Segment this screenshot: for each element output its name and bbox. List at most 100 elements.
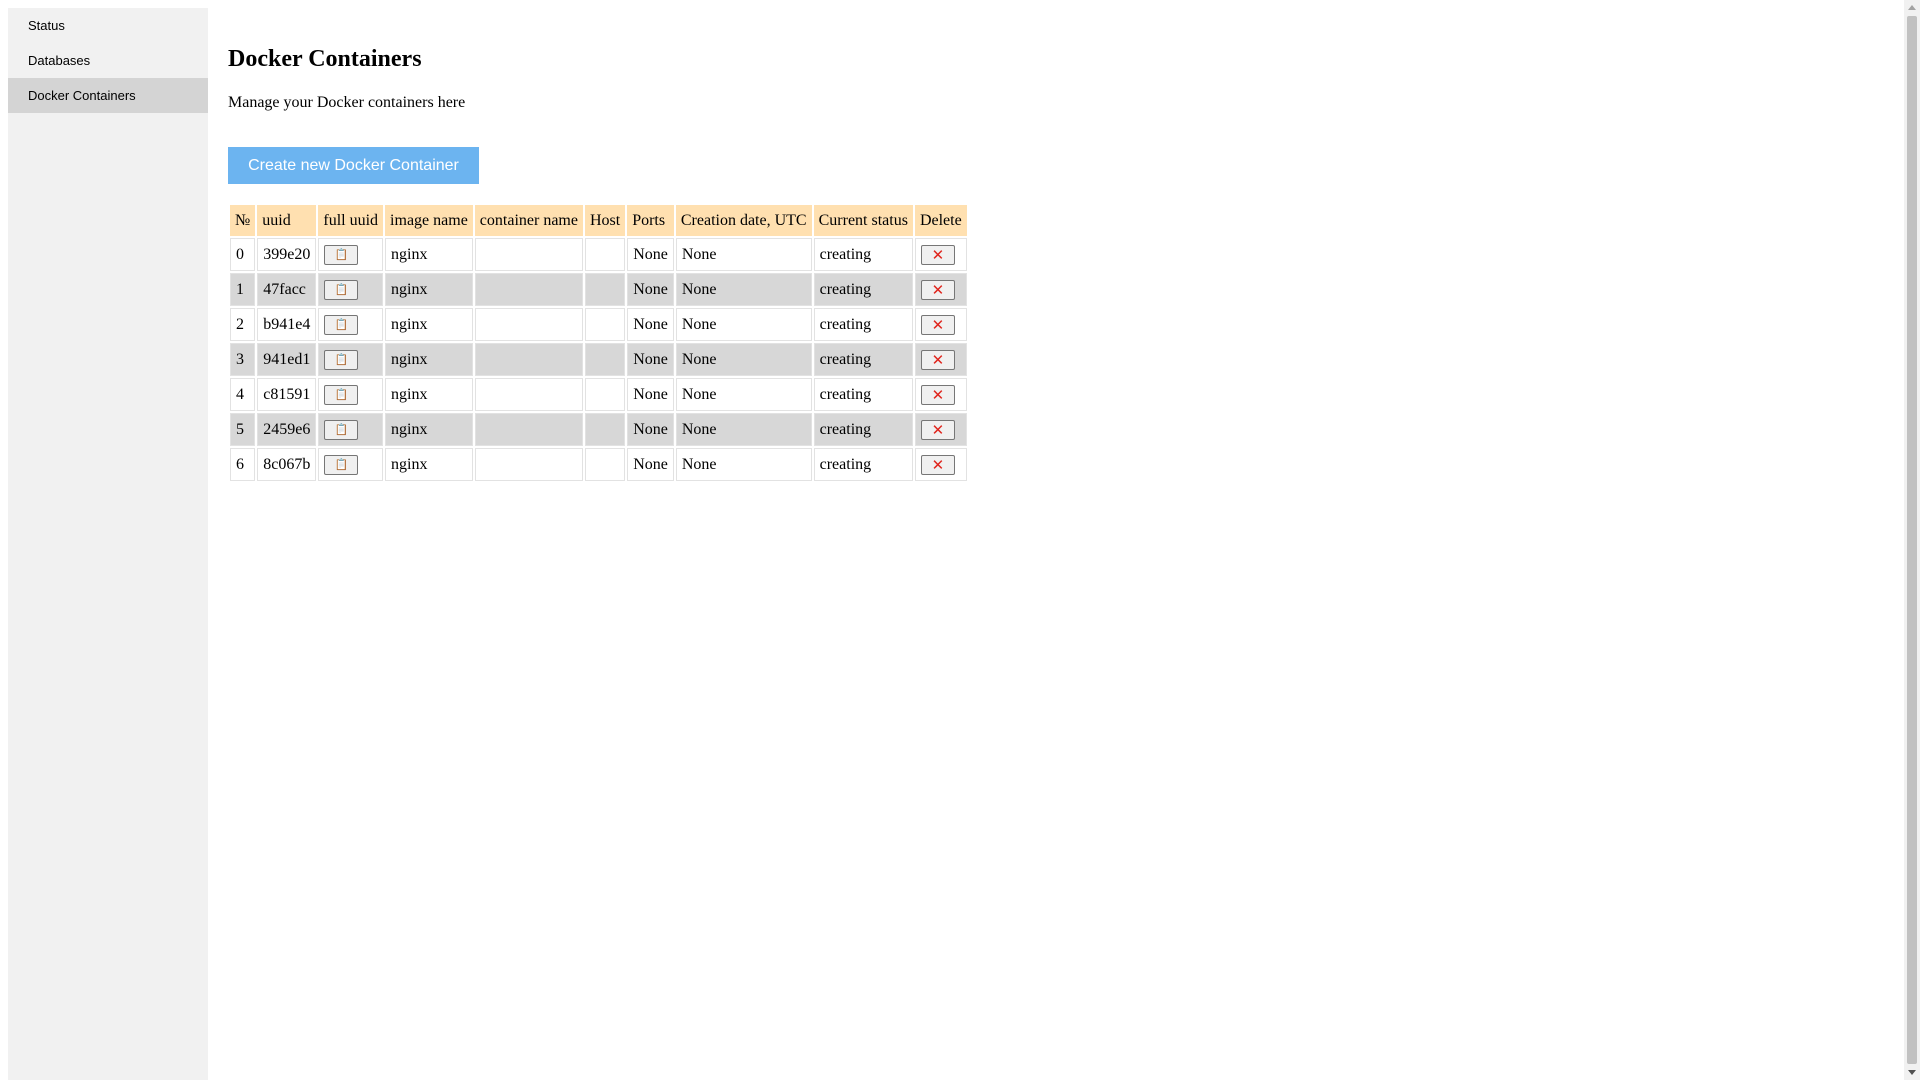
cell-uuid: 47facc — [257, 273, 317, 306]
cross-icon: ✕ — [931, 280, 945, 299]
cell-creation-date: None — [675, 238, 812, 271]
cell-image-name: nginx — [385, 343, 473, 376]
delete-container-button[interactable]: ✕ — [920, 279, 955, 300]
table-row: 3 941ed1 📋 nginx None None creating ✕ — [230, 343, 967, 376]
cell-ports: None — [627, 238, 674, 271]
table-row: 2 b941e4 📋 nginx None None creating ✕ — [230, 308, 967, 341]
vertical-scrollbar[interactable] — [1904, 0, 1920, 1080]
clipboard-icon: 📋 — [334, 318, 349, 331]
cell-host — [584, 343, 626, 376]
cell-full-uuid: 📋 — [318, 273, 384, 306]
delete-container-button[interactable]: ✕ — [920, 419, 955, 440]
clipboard-icon: 📋 — [334, 248, 349, 261]
cell-delete: ✕ — [914, 378, 967, 411]
table-row: 4 c81591 📋 nginx None None creating ✕ — [230, 378, 967, 411]
cell-ports: None — [627, 448, 674, 481]
cell-image-name: nginx — [385, 378, 473, 411]
delete-container-button[interactable]: ✕ — [920, 384, 955, 405]
cell-host — [584, 238, 626, 271]
clipboard-icon: 📋 — [334, 388, 349, 401]
cell-number: 0 — [230, 238, 256, 271]
cell-full-uuid: 📋 — [318, 343, 384, 376]
clipboard-icon: 📋 — [334, 423, 349, 436]
create-container-button[interactable]: Create new Docker Container — [228, 147, 479, 184]
cell-current-status: creating — [813, 308, 913, 341]
cell-container-name — [474, 273, 583, 306]
cell-uuid: 2459e6 — [257, 413, 317, 446]
clipboard-icon: 📋 — [334, 353, 349, 366]
page-title: Docker Containers — [228, 46, 422, 72]
cell-full-uuid: 📋 — [318, 238, 384, 271]
sidebar-item-docker-containers[interactable]: Docker Containers — [8, 78, 208, 113]
clipboard-icon: 📋 — [334, 283, 349, 296]
cell-current-status: creating — [813, 448, 913, 481]
cell-current-status: creating — [813, 273, 913, 306]
scroll-down-icon[interactable] — [1908, 1070, 1916, 1075]
cell-creation-date: None — [675, 343, 812, 376]
cell-delete: ✕ — [914, 308, 967, 341]
sidebar: Status Databases Docker Containers — [8, 8, 208, 1080]
delete-container-button[interactable]: ✕ — [920, 454, 955, 475]
header-uuid: uuid — [257, 205, 317, 236]
copy-uuid-button[interactable]: 📋 — [324, 244, 359, 265]
sidebar-item-databases[interactable]: Databases — [8, 43, 208, 78]
table-row: 0 399e20 📋 nginx None None creating ✕ — [230, 238, 967, 271]
cross-icon: ✕ — [931, 315, 945, 334]
cross-icon: ✕ — [931, 385, 945, 404]
copy-uuid-button[interactable]: 📋 — [324, 349, 359, 370]
cell-image-name: nginx — [385, 273, 473, 306]
cell-ports: None — [627, 413, 674, 446]
copy-uuid-button[interactable]: 📋 — [324, 419, 359, 440]
page-subtitle: Manage your Docker containers here — [228, 94, 466, 111]
cell-container-name — [474, 413, 583, 446]
cell-ports: None — [627, 378, 674, 411]
copy-uuid-button[interactable]: 📋 — [324, 384, 359, 405]
cell-delete: ✕ — [914, 448, 967, 481]
delete-container-button[interactable]: ✕ — [920, 314, 955, 335]
delete-container-button[interactable]: ✕ — [920, 244, 955, 265]
cell-image-name: nginx — [385, 413, 473, 446]
cell-uuid: 399e20 — [257, 238, 317, 271]
header-full-uuid: full uuid — [318, 205, 384, 236]
cell-number: 2 — [230, 308, 256, 341]
cross-icon: ✕ — [931, 245, 945, 264]
cell-container-name — [474, 448, 583, 481]
cell-number: 3 — [230, 343, 256, 376]
cell-creation-date: None — [675, 413, 812, 446]
delete-container-button[interactable]: ✕ — [920, 349, 955, 370]
copy-uuid-button[interactable]: 📋 — [324, 314, 359, 335]
header-container-name: container name — [474, 205, 583, 236]
cell-ports: None — [627, 343, 674, 376]
cell-number: 1 — [230, 273, 256, 306]
cell-container-name — [474, 308, 583, 341]
header-host: Host — [584, 205, 626, 236]
cell-image-name: nginx — [385, 448, 473, 481]
cell-delete: ✕ — [914, 273, 967, 306]
table-header-row: № uuid full uuid image name container na… — [230, 205, 967, 236]
table-row: 6 8c067b 📋 nginx None None creating ✕ — [230, 448, 967, 481]
cell-image-name: nginx — [385, 308, 473, 341]
header-current-status: Current status — [813, 205, 913, 236]
cell-container-name — [474, 343, 583, 376]
cell-number: 4 — [230, 378, 256, 411]
cell-container-name — [474, 238, 583, 271]
cell-current-status: creating — [813, 413, 913, 446]
header-creation-date: Creation date, UTC — [675, 205, 812, 236]
sidebar-item-status[interactable]: Status — [8, 8, 208, 43]
copy-uuid-button[interactable]: 📋 — [324, 454, 359, 475]
cell-full-uuid: 📋 — [318, 308, 384, 341]
cell-ports: None — [627, 308, 674, 341]
scroll-up-icon[interactable] — [1908, 5, 1916, 10]
cell-host — [584, 413, 626, 446]
cell-uuid: b941e4 — [257, 308, 317, 341]
cell-host — [584, 273, 626, 306]
header-ports: Ports — [627, 205, 674, 236]
cell-current-status: creating — [813, 343, 913, 376]
cell-host — [584, 308, 626, 341]
copy-uuid-button[interactable]: 📋 — [324, 279, 359, 300]
header-number: № — [230, 205, 256, 236]
scrollbar-thumb[interactable] — [1907, 16, 1917, 1064]
cell-uuid: 8c067b — [257, 448, 317, 481]
cell-current-status: creating — [813, 378, 913, 411]
containers-table: № uuid full uuid image name container na… — [228, 203, 969, 483]
